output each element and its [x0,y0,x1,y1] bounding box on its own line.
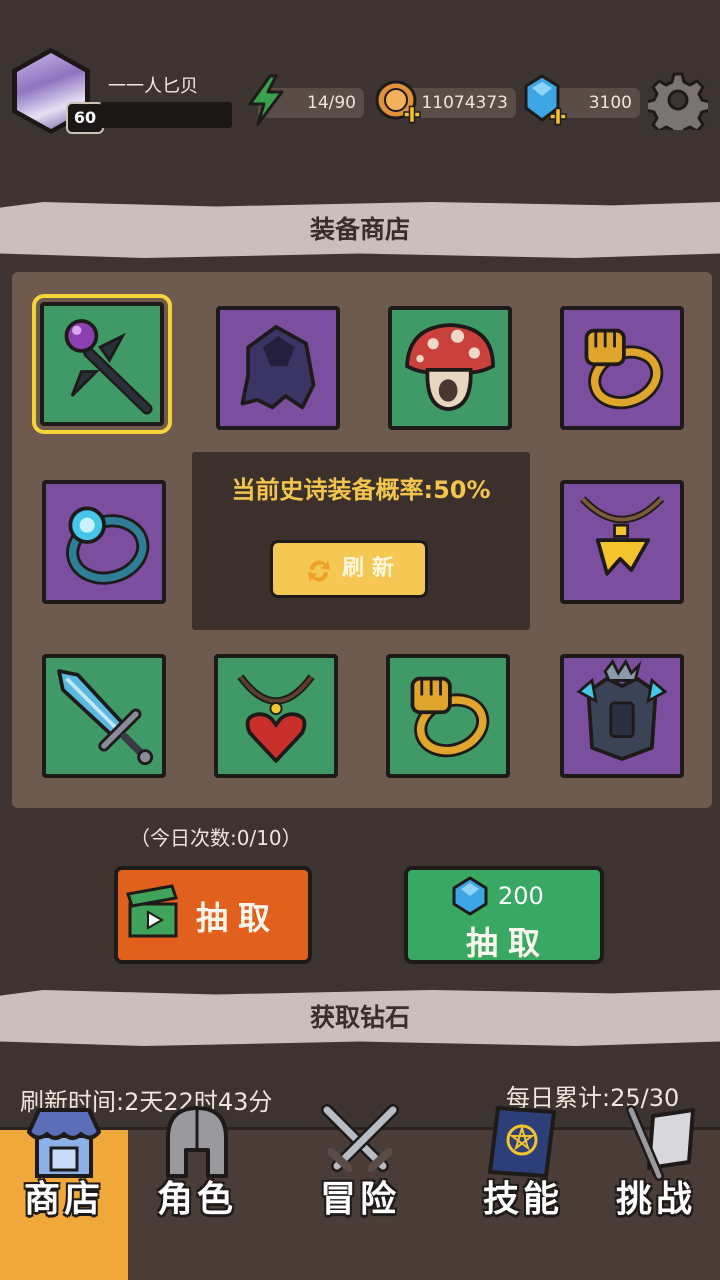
amulet-icon [580,496,664,576]
shop-item-fist-ring[interactable] [560,306,684,430]
crystal-sword-icon [57,669,154,766]
daily-draw-count: （今日次数:0/10） [130,826,302,850]
mushroom-icon [405,323,495,412]
shop-item-amulet[interactable] [560,480,684,604]
refresh-button[interactable]: 刷 新 [270,540,428,598]
tab-adventure-label: 冒险 [319,1179,400,1220]
draw-with-ad-label: 抽取 [196,899,281,937]
video-clapper-icon [124,884,182,942]
shop-item-ice-ring[interactable] [42,480,166,604]
player-name: 一一人匕贝 [108,76,198,97]
draw-with-gems-label: 抽取 [466,924,551,962]
tab-shop-label: 商店 [23,1179,104,1220]
blue-gem-add-icon[interactable] [524,74,570,128]
orb-staff-icon [64,319,153,415]
shop-item-crystal-sword[interactable] [42,654,166,778]
shop-item-fist-ring-2[interactable] [386,654,510,778]
settings-gear-icon[interactable] [644,70,712,140]
shop-item-orb-staff[interactable] [32,294,172,434]
get-diamonds-title: 获取钻石 [0,990,720,1046]
equipment-shop-title: 装备商店 [0,202,720,258]
tab-challenge-label: 挑战 [615,1179,696,1220]
tab-adventure[interactable]: 冒险 [266,1104,454,1280]
shop-item-dark-cloak[interactable] [216,306,340,430]
draw-gem-cost: 200 [498,882,544,910]
energy-bolt-icon [244,74,288,126]
tab-challenge[interactable]: 挑战 [592,1105,720,1280]
heart-necklace-icon [237,674,315,763]
ice-ring-icon [66,506,150,585]
xp-bar [100,102,232,128]
gold-coin-add-icon[interactable] [374,78,424,128]
tab-character-label: 角色 [156,1179,237,1220]
refresh-arrows-icon [304,554,334,584]
epic-chance-text: 当前史诗装备概率:50% [231,476,491,504]
shop-item-mushroom[interactable] [388,306,512,430]
blue-gem-icon [452,876,488,916]
dark-cloak-icon [240,324,316,410]
refresh-button-label: 刷 新 [342,556,394,581]
shop-item-spiked-armor[interactable] [560,654,684,778]
tab-shop[interactable]: 商店 [0,1108,128,1280]
tab-character[interactable]: 角色 [128,1106,266,1280]
tab-skills[interactable]: 技能 [454,1106,592,1280]
tab-skills-label: 技能 [482,1179,563,1220]
player-level-badge: 60 [66,102,104,134]
spiked-armor-icon [576,658,668,761]
shop-item-heart-necklace[interactable] [214,654,338,778]
fist-ring-icon [584,328,664,410]
fist-ring-icon [410,676,490,758]
